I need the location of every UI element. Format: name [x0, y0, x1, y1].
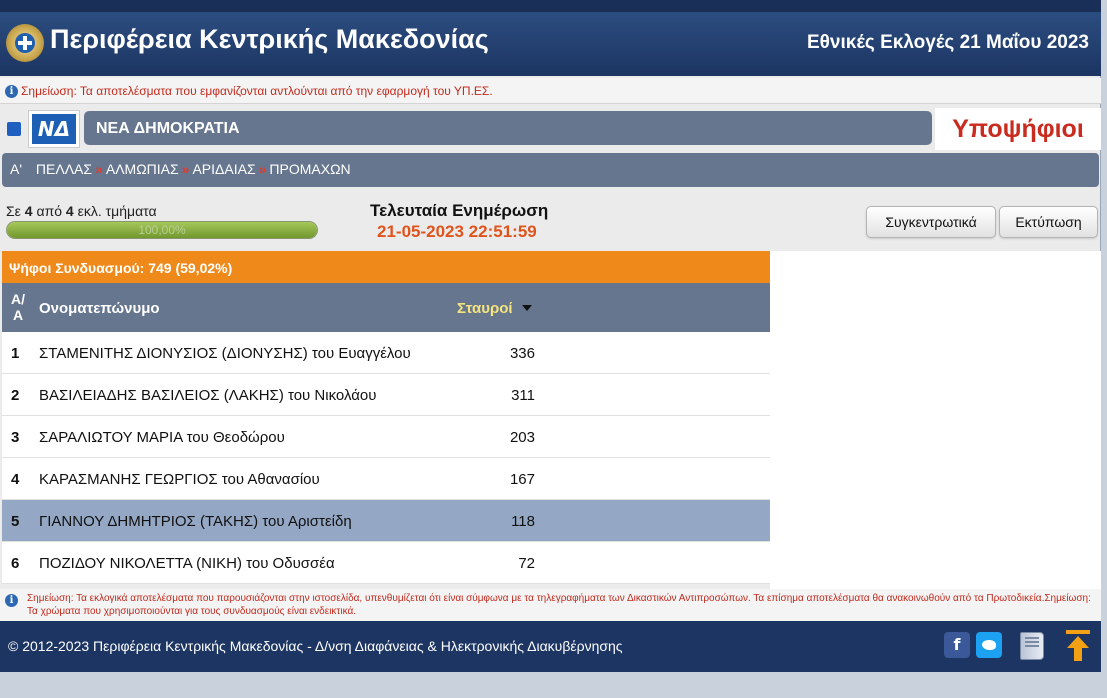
row-votes: 203 [509, 429, 535, 446]
breadcrumb-separator: » [258, 161, 267, 177]
print-button[interactable]: Εκτύπωση [999, 206, 1098, 238]
table-row: 5 ΓΙΑΝΝΟΥ ΔΗΜΗΤΡΙΟΣ (ΤΑΚΗΣ) του Αριστείδ… [2, 500, 770, 542]
row-candidate-name: ΒΑΣΙΛΕΙΑΔΗΣ ΒΑΣΙΛΕΙΟΣ (ΛΑΚΗΣ) του Νικολά… [39, 387, 377, 404]
table-row: 1 ΣΤΑΜΕΝΙΤΗΣ ΔΙΟΝΥΣΙΟΣ (ΔΙΟΝΥΣΗΣ) του Ευ… [2, 332, 770, 374]
table-row: 3 ΣΑΡΑΛΙΩΤΟΥ ΜΑΡΙΑ του Θεοδώρου 203 [2, 416, 770, 458]
breadcrumb-item-promachon: ΠΡΟΜΑΧΩΝ [269, 161, 351, 177]
table-row: 2 ΒΑΣΙΛΕΙΑΔΗΣ ΒΑΣΙΛΕΙΟΣ (ΛΑΚΗΣ) του Νικο… [2, 374, 770, 416]
data-source-notice: i Σημείωση: Τα αποτελέσματα που εμφανίζο… [0, 78, 1101, 104]
sort-desc-icon[interactable] [522, 305, 532, 311]
party-name: ΝΕΑ ΔΗΜΟΚΡΑΤΙΑ [84, 111, 932, 145]
party-logo: ΝΔ [28, 110, 80, 148]
breadcrumb-separator: » [181, 161, 190, 177]
row-candidate-name: ΠΟΖΙΔΟΥ ΝΙΚΟΛΕΤΤΑ (ΝΙΚΗ) του Οδυσσέα [39, 555, 335, 572]
breadcrumb-item-region[interactable]: Α' [10, 161, 22, 177]
progress-text: Σε 4 από 4 εκλ. τμήματα [6, 203, 157, 219]
last-update-time: 21-05-2023 22:51:59 [377, 222, 537, 241]
row-votes: 72 [518, 555, 535, 572]
row-candidate-name: ΣΑΡΑΛΙΩΤΟΥ ΜΑΡΙΑ του Θεοδώρου [39, 429, 285, 446]
row-rank: 1 [11, 345, 20, 362]
party-color-swatch [7, 122, 21, 136]
party-row: ΝΔ ΝΕΑ ΔΗΜΟΚΡΑΤΙΑ Υποψήφιοι [0, 108, 1101, 150]
column-name[interactable]: Ονοματεπώνυμο [39, 300, 160, 317]
table-header: Α/ Α Ονοματεπώνυμο Σταυροί [2, 283, 770, 332]
row-candidate-name: ΚΑΡΑΣΜΑΝΗΣ ΓΕΩΡΓΙΟΣ του Αθανασίου [39, 471, 320, 488]
last-update-label: Τελευταία Ενημέρωση [370, 201, 549, 220]
row-rank: 6 [11, 555, 20, 572]
progress-counted: 4 [24, 203, 33, 219]
back-to-top-icon[interactable] [1066, 630, 1090, 662]
twitter-icon[interactable] [976, 632, 1002, 658]
facebook-icon[interactable]: f [944, 632, 970, 658]
progress-total: 4 [65, 203, 74, 219]
site-title[interactable]: Περιφέρεια Κεντρικής Μακεδονίας [50, 24, 489, 55]
breadcrumb-item-almopias[interactable]: ΑΛΜΩΠΙΑΣ [106, 161, 179, 177]
breadcrumb-separator: » [95, 161, 103, 177]
progress-prefix: Σε [6, 203, 21, 219]
column-aa-line2: Α [12, 307, 24, 323]
column-aa: Α/ Α [11, 291, 25, 323]
disclaimer-note: i Σημείωση: Τα εκλογικά αποτελέσματα που… [0, 589, 1101, 621]
footer: © 2012-2023 Περιφέρεια Κεντρικής Μακεδον… [0, 621, 1101, 672]
progress-bar: 100,00% [6, 221, 318, 239]
row-rank: 2 [11, 387, 20, 404]
election-title: Εθνικές Εκλογές 21 Μαΐου 2023 [806, 32, 1089, 53]
disclaimer-text: Σημείωση: Τα εκλογικά αποτελέσματα που π… [27, 593, 1091, 617]
breadcrumb: Α' ΠΕΛΛΑΣ» ΑΛΜΩΠΙΑΣ» ΑΡΙΔΑΙΑΣ» ΠΡΟΜΑΧΩΝ [2, 153, 1099, 187]
breadcrumb-item-pellas[interactable]: ΠΕΛΛΑΣ [36, 161, 92, 177]
row-candidate-name: ΣΤΑΜΕΝΙΤΗΣ ΔΙΟΝΥΣΙΟΣ (ΔΙΟΝΥΣΗΣ) του Ευαγ… [39, 345, 411, 362]
row-rank: 4 [11, 471, 20, 488]
header: Περιφέρεια Κεντρικής Μακεδονίας Εθνικές … [0, 0, 1101, 76]
row-votes: 336 [509, 345, 535, 362]
row-votes: 167 [509, 471, 535, 488]
candidate-table-body: 1 ΣΤΑΜΕΝΙΤΗΣ ΔΙΟΝΥΣΙΟΣ (ΔΙΟΝΥΣΗΣ) του Ευ… [2, 332, 770, 584]
table-row: 6 ΠΟΖΙΔΟΥ ΝΙΚΟΛΕΤΤΑ (ΝΙΚΗ) του Οδυσσέα 7… [2, 542, 770, 584]
row-rank: 3 [11, 429, 20, 446]
column-aa-line1: Α/ [11, 291, 25, 307]
summary-button[interactable]: Συγκεντρωτικά [866, 206, 996, 238]
table-row: 4 ΚΑΡΑΣΜΑΝΗΣ ΓΕΩΡΓΙΟΣ του Αθανασίου 167 [2, 458, 770, 500]
party-logo-icon: ΝΔ [32, 114, 76, 144]
app-window: Περιφέρεια Κεντρικής Μακεδονίας Εθνικές … [0, 0, 1101, 672]
column-votes[interactable]: Σταυροί [457, 300, 513, 317]
candidates-heading: Υποψήφιοι [935, 108, 1101, 150]
progress-middle: από [36, 203, 63, 219]
info-icon: i [5, 85, 18, 98]
row-votes: 118 [511, 513, 535, 530]
coat-of-arms-icon [6, 24, 44, 62]
row-rank: 5 [11, 513, 20, 530]
progress-percent: 100,00% [138, 223, 186, 237]
manual-book-icon[interactable] [1020, 632, 1044, 660]
party-votes-bar: Ψήφοι Συνδυασμού: 749 (59,02%) [2, 251, 770, 283]
progress-suffix: εκλ. τμήματα [77, 203, 157, 219]
notice-text: Σημείωση: Τα αποτελέσματα που εμφανίζοντ… [21, 84, 493, 98]
copyright-text: © 2012-2023 Περιφέρεια Κεντρικής Μακεδον… [8, 638, 623, 654]
breadcrumb-item-aridaias[interactable]: ΑΡΙΔΑΙΑΣ [192, 161, 255, 177]
results-content-area [770, 251, 1101, 589]
info-icon: i [5, 594, 18, 607]
row-candidate-name: ΓΙΑΝΝΟΥ ΔΗΜΗΤΡΙΟΣ (ΤΑΚΗΣ) του Αριστείδη [39, 513, 352, 530]
row-votes: 311 [511, 387, 535, 404]
